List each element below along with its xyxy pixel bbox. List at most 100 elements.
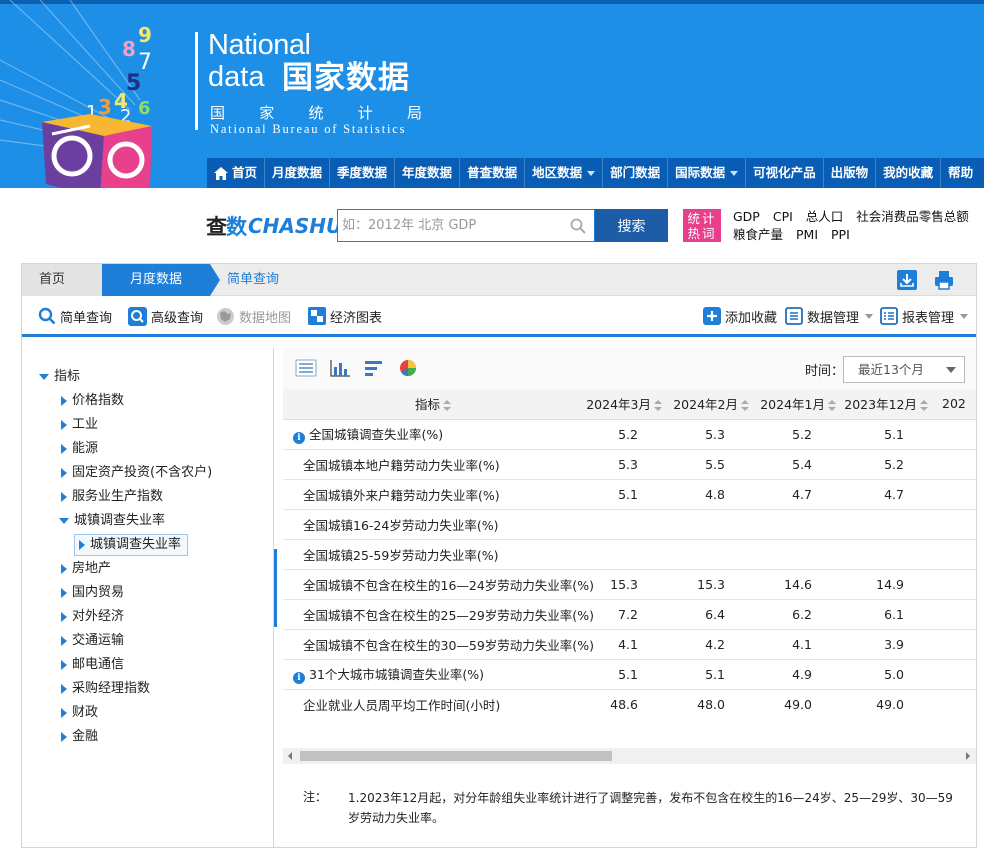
nav-item-international[interactable]: 国际数据 [668,158,747,188]
nav-item-annual[interactable]: 年度数据 [395,158,461,188]
tree-item-industry[interactable]: 工业 [61,415,98,435]
value-cell-overflow [936,479,976,510]
nav-item-monthly[interactable]: 月度数据 [265,158,331,188]
nav-item-visualization[interactable]: 可视化产品 [746,158,824,188]
brand-divider [195,32,198,130]
hot-term-link[interactable]: 总人口 [806,208,844,226]
column-header-label: 2023年12月 [844,397,917,413]
table-view-icon[interactable] [295,358,317,378]
download-icon[interactable] [896,269,918,291]
tree-node-label: 指标 [54,369,81,384]
table-row[interactable]: 企业就业人员周平均工作时间(小时) 48.6 48.0 49.0 49.0 [283,689,976,719]
simple-query-button[interactable]: 简单查询 [38,305,112,327]
scroll-left-arrow-icon[interactable] [288,752,292,760]
search-button[interactable]: 搜索 [595,209,668,242]
advanced-query-button[interactable]: 高级查询 [128,305,203,327]
value-cell: 49.0 [844,689,936,719]
scroll-right-arrow-icon[interactable] [966,752,970,760]
nav-item-quarterly[interactable]: 季度数据 [330,158,396,188]
print-icon[interactable] [933,269,955,291]
table-row[interactable]: 全国城镇25-59岁劳动力失业率(%) [283,539,976,570]
tree-item-domestic-trade[interactable]: 国内贸易 [61,583,124,603]
data-manage-menu[interactable]: 数据管理 [785,305,874,327]
time-range-select[interactable]: 最近13个月 [843,356,965,383]
table-row[interactable]: 全国城镇不包含在校生的25—29岁劳动力失业率(%) 7.2 6.4 6.2 6.1 [283,599,976,630]
tree-item-pmi[interactable]: 采购经理指数 [61,679,150,699]
tree-item-service-index[interactable]: 服务业生产指数 [61,487,163,507]
value-cell-overflow [936,659,976,690]
nav-item-home[interactable]: 首页 [207,158,266,188]
tree-item-post-telecom[interactable]: 邮电通信 [61,655,124,675]
logo-digit: 9 [138,23,152,47]
search-icon[interactable] [570,218,586,234]
table-row[interactable]: i 31个大城市城镇调查失业率(%) 5.1 5.1 4.9 5.0 [283,659,976,690]
tree-item-transport[interactable]: 交通运输 [61,631,124,651]
horizontal-bar-view-icon[interactable] [363,358,385,378]
column-header-period[interactable]: 2023年12月 [844,389,936,420]
table-row[interactable]: 全国城镇不包含在校生的16—24岁劳动力失业率(%) 15.3 15.3 14.6 14… [283,569,976,600]
hot-term-link[interactable]: CPI [773,208,793,226]
table-row[interactable]: 全国城镇本地户籍劳动力失业率(%) 5.3 5.5 5.4 5.2 [283,449,976,480]
hot-term-link[interactable]: 粮食产量 [733,226,783,244]
tree-scrollbar[interactable] [274,549,277,627]
tree-item-finance[interactable]: 金融 [61,727,98,747]
table-row[interactable]: i 全国城镇调查失业率(%) 5.2 5.3 5.2 5.1 [283,419,976,450]
bureau-char: 国 [210,104,226,122]
value-cell: 4.2 [670,629,757,660]
tree-item-energy[interactable]: 能源 [61,439,98,459]
info-icon[interactable]: i [293,432,305,444]
horizontal-scrollbar[interactable] [283,748,976,764]
search-input[interactable] [342,214,564,237]
tree-item-price-index[interactable]: 价格指数 [61,391,124,411]
hot-terms-badge: 统计热词 [683,209,721,242]
tree-node-label: 房地产 [72,561,112,576]
column-header-indicator[interactable]: 指标 [283,389,583,420]
nav-item-favorites[interactable]: 我的收藏 [876,158,942,188]
national-data-cube-logo[interactable]: 9 8 7 5 1 3 4 2 6 [34,14,164,188]
nav-item-help[interactable]: 帮助 [941,158,980,188]
breadcrumb-monthly[interactable]: 月度数据 [102,264,210,296]
tree-item-finance-public[interactable]: 财政 [61,703,98,723]
tree-item-unemployment-child[interactable]: 城镇调查失业率 [74,534,189,556]
add-favorite-button[interactable]: 添加收藏 [703,305,777,327]
column-header-period[interactable]: 202 [936,389,976,420]
value-cell: 49.0 [757,689,844,719]
hot-term-link[interactable]: PMI [796,226,818,244]
info-icon[interactable]: i [293,672,305,684]
home-icon [214,166,228,180]
table-row[interactable]: 全国城镇16-24岁劳动力失业率(%) [283,509,976,540]
tree-item-foreign-economy[interactable]: 对外经济 [61,607,124,627]
tree-item-unemployment[interactable]: 城镇调查失业率 [59,511,165,531]
nav-item-census[interactable]: 普查数据 [460,158,526,188]
report-manage-menu[interactable]: 报表管理 [880,305,969,327]
data-map-label: 数据地图 [239,310,292,326]
value-cell-overflow [936,419,976,450]
hot-term-link[interactable]: GDP [733,208,760,226]
econ-chart-button[interactable]: 经济图表 [308,305,382,327]
tree-item-real-estate[interactable]: 房地产 [61,559,111,579]
nav-item-department[interactable]: 部门数据 [603,158,669,188]
add-favorite-label: 添加收藏 [725,310,778,326]
column-header-period[interactable]: 2024年2月 [670,389,757,420]
hot-term-link[interactable]: 社会消费品零售总额 [856,208,969,226]
data-map-button[interactable]: 数据地图 [216,305,291,327]
tree-root[interactable]: 指标 [39,367,80,387]
brand-cn-name: 国家数据 [282,60,410,96]
pie-chart-view-icon[interactable] [397,358,419,378]
value-cell-overflow [936,449,976,480]
nav-item-regional[interactable]: 地区数据 [525,158,604,188]
nav-item-label: 普查数据 [467,165,518,180]
tree-item-fixed-asset[interactable]: 固定资产投资(不含农户) [61,463,212,483]
column-header-period[interactable]: 2024年3月 [583,389,670,420]
table-row[interactable]: 全国城镇不包含在校生的30—59岁劳动力失业率(%) 4.1 4.2 4.1 3.9 [283,629,976,660]
column-header-label: 202 [942,396,966,412]
table-row[interactable]: 全国城镇外来户籍劳动力失业率(%) 5.1 4.8 4.7 4.7 [283,479,976,510]
nav-item-publications[interactable]: 出版物 [824,158,877,188]
scrollbar-thumb[interactable] [300,751,612,761]
hot-term-link[interactable]: PPI [831,226,850,244]
column-header-period[interactable]: 2024年1月 [757,389,844,420]
chashu-logo[interactable]: 查数 CHASHU [206,212,342,240]
bar-chart-view-icon[interactable] [329,358,351,378]
breadcrumb-home[interactable]: 首页 [22,264,102,296]
value-cell: 4.1 [583,629,670,660]
